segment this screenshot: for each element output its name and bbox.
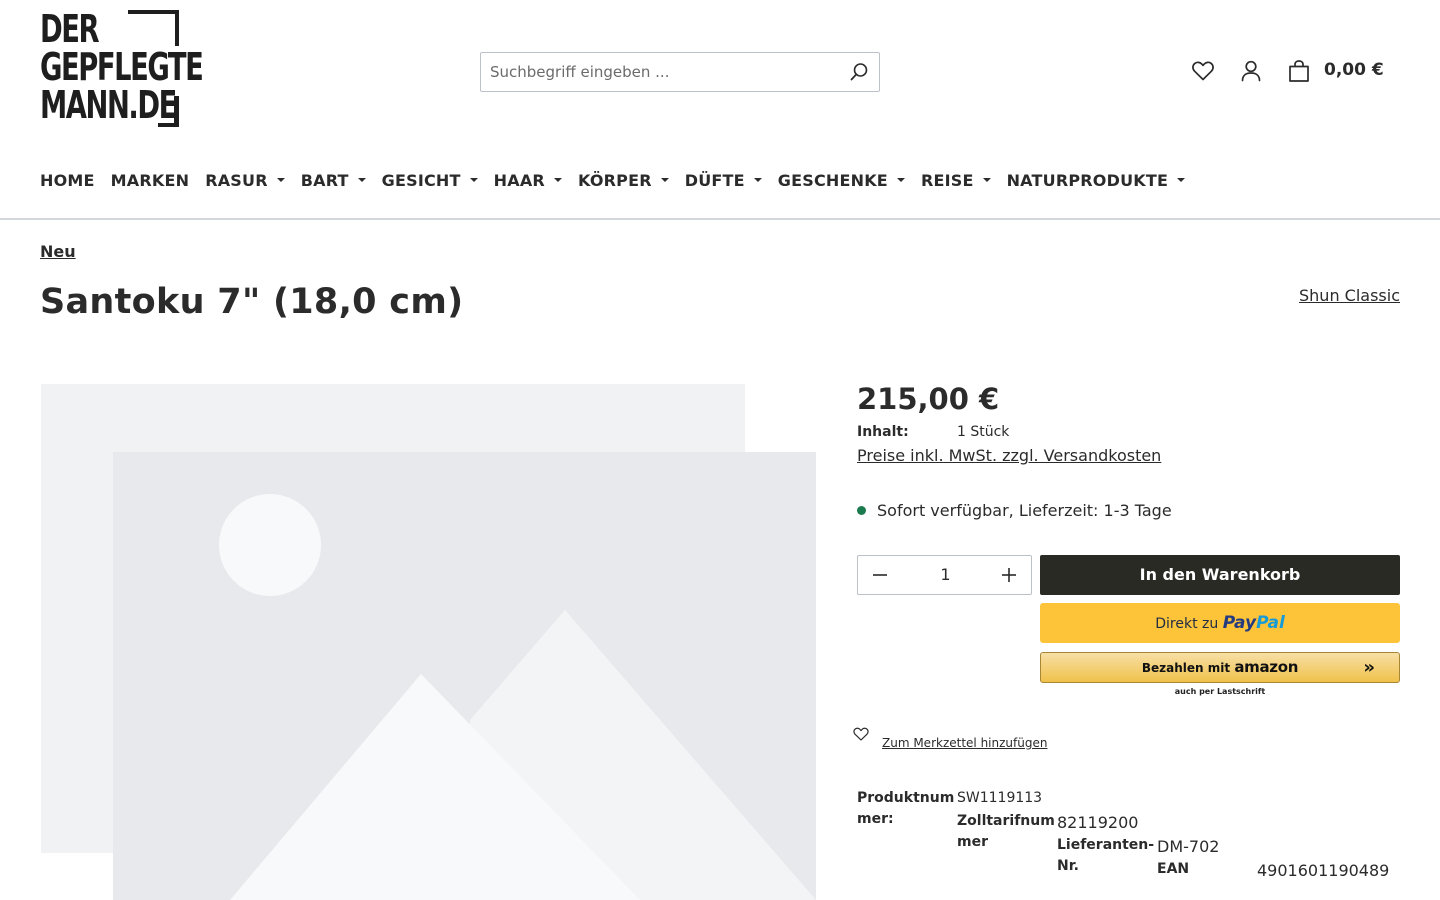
content-label: Inhalt: (857, 424, 909, 440)
nav-item-rasur[interactable]: RASUR (205, 169, 285, 191)
ean-label: EAN (1157, 861, 1190, 877)
amazon-pay-label: Bezahlen mit (1141, 661, 1231, 675)
ean-value: 4901601190489 (1257, 861, 1390, 880)
caret-down-icon (982, 178, 991, 182)
paypal-button[interactable]: Direkt zu PayPal (1040, 603, 1400, 643)
availability-indicator (857, 506, 866, 515)
search-box (480, 52, 880, 92)
nav-item-label: HAAR (493, 170, 545, 190)
tariff-number-label: Zolltarifnummer (957, 813, 1055, 850)
product-number-label: Produktnummer: (857, 790, 955, 827)
quantity-stepper: 1 (857, 555, 1032, 595)
user-icon (1241, 60, 1261, 82)
nav-item-home[interactable]: HOME (40, 169, 95, 191)
caret-down-icon (753, 178, 762, 182)
nav-item-label: KÖRPER (577, 170, 652, 190)
product-price: 215,00 € (857, 382, 1000, 416)
tariff-number-value: 82119200 (1057, 813, 1139, 832)
caret-down-icon (469, 178, 478, 182)
paypal-logo: Pal (1256, 613, 1285, 633)
minus-icon (873, 574, 887, 576)
caret-down-icon (357, 178, 366, 182)
caret-down-icon (1177, 178, 1186, 182)
paypal-logo: Pay (1222, 613, 1257, 633)
search-input[interactable] (481, 53, 831, 91)
amazon-logo: amazon (1234, 658, 1299, 676)
search-icon (850, 63, 868, 81)
image-placeholder-icon (40, 382, 816, 900)
product-title: Santoku 7" (18,0 cm) (40, 282, 464, 322)
paypal-label: Direkt zu (1155, 616, 1219, 632)
quantity-increase-button[interactable] (999, 565, 1019, 585)
plus-icon (1002, 568, 1016, 582)
availability-text: Sofort verfügbar, Lieferzeit: 1-3 Tage (877, 501, 1172, 520)
account-button[interactable] (1238, 58, 1264, 84)
wishlist-add-button[interactable] (852, 726, 870, 742)
caret-down-icon (896, 178, 905, 182)
caret-down-icon (553, 178, 562, 182)
nav-item-label: NATURPRODUKTE (1006, 170, 1169, 190)
nav-item-haar[interactable]: HAAR (494, 169, 562, 191)
cart-button[interactable] (1286, 58, 1312, 84)
wishlist-add-link[interactable]: Zum Merkzettel hinzufügen (882, 736, 1047, 750)
nav-item-label: HOME (40, 170, 95, 190)
amazon-pay-button[interactable]: Bezahlen mit amazon » (1040, 652, 1400, 683)
product-number-value: SW1119113 (957, 790, 1043, 806)
nav-item-gesicht[interactable]: GESICHT (382, 169, 478, 191)
content-value: 1 Stück (957, 424, 1010, 440)
breadcrumb-link[interactable]: Neu (40, 242, 76, 261)
search-button[interactable] (849, 62, 869, 82)
nav-item-label: BART (300, 170, 349, 190)
nav-item-bart[interactable]: BART (301, 169, 366, 191)
quantity-decrease-button[interactable] (870, 565, 890, 585)
main-navigation: HOME MARKEN RASUR BART GESICHT HAAR KÖRPER DÜFT… (40, 169, 1201, 191)
wishlist-button[interactable] (1190, 58, 1216, 84)
add-to-cart-button[interactable]: In den Warenkorb (1040, 555, 1400, 595)
nav-item-label: MARKEN (110, 170, 190, 190)
quantity-input[interactable]: 1 (918, 556, 973, 594)
nav-item-naturprodukte[interactable]: NATURPRODUKTE (1007, 169, 1186, 191)
shopping-bag-icon (1289, 60, 1309, 82)
heart-icon (1192, 61, 1214, 81)
logo-line-2: GEPFLEGTE (40, 45, 204, 89)
shipping-costs-link[interactable]: Preise inkl. MwSt. zzgl. Versandkosten (857, 446, 1161, 465)
nav-divider (0, 218, 1440, 220)
nav-item-label: GESCHENKE (777, 170, 888, 190)
nav-item-label: RASUR (205, 170, 268, 190)
amazon-pay-subtitle: auch per Lastschrift (1174, 687, 1266, 696)
brand-link[interactable]: Shun Classic (1299, 286, 1400, 305)
caret-down-icon (276, 178, 285, 182)
nav-item-marken[interactable]: MARKEN (111, 169, 190, 191)
logo-line-3: MANN.DE (40, 83, 177, 127)
nav-item-label: REISE (920, 170, 974, 190)
caret-down-icon (660, 178, 669, 182)
logo-frame (175, 10, 179, 46)
heart-icon (853, 727, 869, 741)
nav-item-körper[interactable]: KÖRPER (578, 169, 669, 191)
logo-line-1: DER (40, 7, 100, 51)
nav-item-reise[interactable]: REISE (921, 169, 991, 191)
supplier-number-label: Lieferanten-Nr. (1057, 837, 1155, 874)
product-image[interactable] (40, 382, 816, 900)
nav-item-label: GESICHT (381, 170, 461, 190)
nav-item-geschenke[interactable]: GESCHENKE (778, 169, 905, 191)
nav-item-düfte[interactable]: DÜFTE (685, 169, 762, 191)
double-chevron-right-icon: » (1363, 657, 1375, 678)
nav-item-label: DÜFTE (684, 170, 745, 190)
site-logo[interactable]: DER GEPFLEGTE MANN.DE (40, 7, 204, 127)
logo-frame (128, 10, 179, 14)
supplier-number-value: DM-702 (1157, 837, 1220, 856)
logo-frame (158, 123, 179, 127)
cart-total[interactable]: 0,00 € (1324, 60, 1384, 80)
